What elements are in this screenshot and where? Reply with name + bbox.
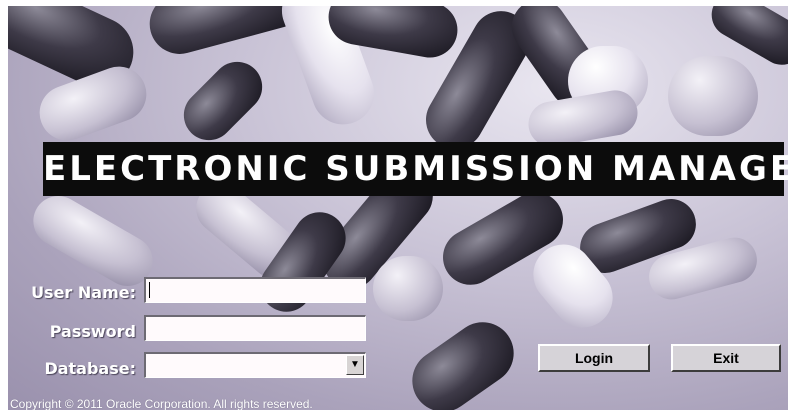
text-caret <box>149 282 150 298</box>
database-label: Database: <box>44 359 136 378</box>
background-capsule <box>24 186 162 296</box>
login-button[interactable]: Login <box>538 344 650 372</box>
app-title-banner: ELECTRONIC SUBMISSION MANAGER <box>43 142 788 196</box>
background-capsule <box>524 86 642 151</box>
exit-button[interactable]: Exit <box>671 344 781 372</box>
background-capsule <box>400 310 526 410</box>
password-field[interactable] <box>144 315 366 341</box>
background-capsule <box>668 56 758 136</box>
username-field[interactable] <box>144 277 366 303</box>
dropdown-button[interactable]: ▼ <box>346 355 364 375</box>
background-capsule <box>173 51 273 151</box>
database-select[interactable]: ▼ <box>144 352 366 378</box>
login-window: ELECTRONIC SUBMISSION MANAGER User Name:… <box>8 6 788 410</box>
password-label: Password <box>49 322 136 341</box>
background-capsule <box>373 256 443 321</box>
chevron-down-icon: ▼ <box>350 359 360 370</box>
copyright-text: Copyright © 2011 Oracle Corporation. All… <box>10 397 313 410</box>
username-label: User Name: <box>31 283 136 302</box>
